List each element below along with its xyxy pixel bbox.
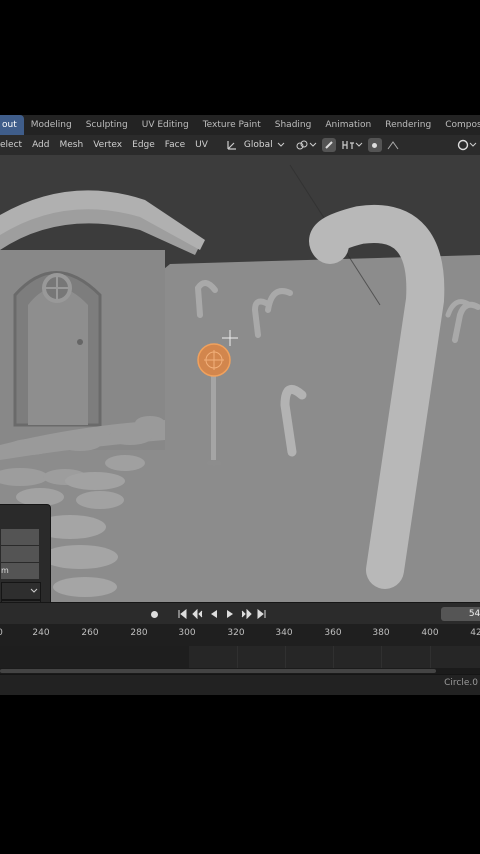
tab-layout[interactable]: out [0,115,24,135]
proportional-edit-toggle[interactable] [367,138,382,152]
chevron-down-icon [30,588,38,593]
play-reverse-button[interactable] [207,607,221,621]
frame-tick: 380 [372,628,390,638]
grid-line [285,646,286,668]
magnet-icon [342,141,354,149]
play-icon [227,610,233,618]
workspace-tabs: out Modeling Sculpting UV Editing Textur… [0,115,480,135]
grid-line [237,646,238,668]
frame-range-shade [0,646,189,668]
viewport-header: elect Add Mesh Vertex Edge Face UV Globa… [0,135,480,155]
frame-tick: 340 [275,628,293,638]
frame-tick: 400 [421,628,439,638]
menu-vertex[interactable]: Vertex [88,140,127,150]
snap-icon [324,141,333,149]
menu-edge[interactable]: Edge [127,140,160,150]
3d-viewport[interactable]: m ing [0,155,480,602]
operation-option-row[interactable]: m [1,563,39,579]
tab-rendering[interactable]: Rendering [378,115,438,135]
jump-to-keyframe-forward-button[interactable] [239,607,253,621]
viewport-shading-dropdown[interactable] [454,137,480,153]
menu-face[interactable]: Face [160,140,190,150]
pivot-point-dropdown[interactable] [292,137,320,153]
play-button[interactable] [223,607,237,621]
chevron-down-icon [309,142,316,147]
frame-tick: 360 [324,628,342,638]
snap-target-dropdown[interactable] [338,137,366,153]
jump-to-start-button[interactable] [175,607,189,621]
grid-line [381,646,382,668]
adjust-last-operation-panel: m ing [0,504,51,602]
link-icon [296,140,308,150]
grid-line [430,646,431,668]
frame-tick: 260 [81,628,99,638]
scrollbar-thumb[interactable] [0,669,436,673]
dot-icon [372,142,378,148]
blender-window: out Modeling Sculpting UV Editing Textur… [0,115,480,695]
shading-sphere-icon [457,139,469,151]
tab-sculpting[interactable]: Sculpting [79,115,135,135]
keyframe-back-icon [192,609,203,619]
frame-tick: 280 [130,628,148,638]
operation-option-row[interactable] [1,529,39,545]
frame-tick: 0 [0,628,3,638]
frame-tick: 240 [32,628,50,638]
playback-controls [146,607,270,621]
tab-modeling[interactable]: Modeling [24,115,79,135]
jump-start-icon [178,609,187,619]
menu-mesh[interactable]: Mesh [55,140,89,150]
chevron-down-icon [277,142,284,147]
frame-tick: 300 [178,628,196,638]
orientation-label: Global [243,140,273,150]
tab-animation[interactable]: Animation [318,115,378,135]
menu-add[interactable]: Add [27,140,54,150]
operation-option-row[interactable] [1,546,39,562]
record-icon [150,610,158,618]
jump-to-keyframe-back-button[interactable] [191,607,205,621]
keyframe-forward-icon [241,609,252,619]
frame-tick: 42 [470,628,480,638]
transform-orientation-dropdown[interactable]: Global [223,137,288,153]
frame-tick: 320 [227,628,245,638]
jump-to-end-button[interactable] [255,607,269,621]
menu-uv[interactable]: UV [190,140,213,150]
operation-dropdown[interactable] [1,582,41,600]
tab-shading[interactable]: Shading [268,115,319,135]
auto-keying-button[interactable] [147,607,161,621]
scene-render [0,164,480,602]
menu-select[interactable]: elect [0,140,27,150]
current-frame-field[interactable]: 543 [441,607,480,621]
play-reverse-icon [211,610,217,618]
tab-texture-paint[interactable]: Texture Paint [196,115,268,135]
chevron-down-icon [355,142,362,147]
timeline-ruler[interactable]: 0 240 260 280 300 320 340 360 380 400 42 [0,624,480,646]
status-bar: Circle.0 [0,674,480,695]
timeline-header: 543 [0,602,480,625]
tab-uv-editing[interactable]: UV Editing [135,115,196,135]
chevron-down-icon [469,142,477,147]
orientation-axes-icon [227,141,236,150]
jump-end-icon [257,609,266,619]
scene-statistics: Circle.0 [444,678,478,688]
falloff-curve-icon [387,141,399,150]
grid-line [333,646,334,668]
falloff-dropdown[interactable] [384,137,402,153]
tab-compositing[interactable]: Compositing [438,115,480,135]
snap-toggle[interactable] [321,138,336,152]
timeline-track[interactable] [0,646,480,668]
